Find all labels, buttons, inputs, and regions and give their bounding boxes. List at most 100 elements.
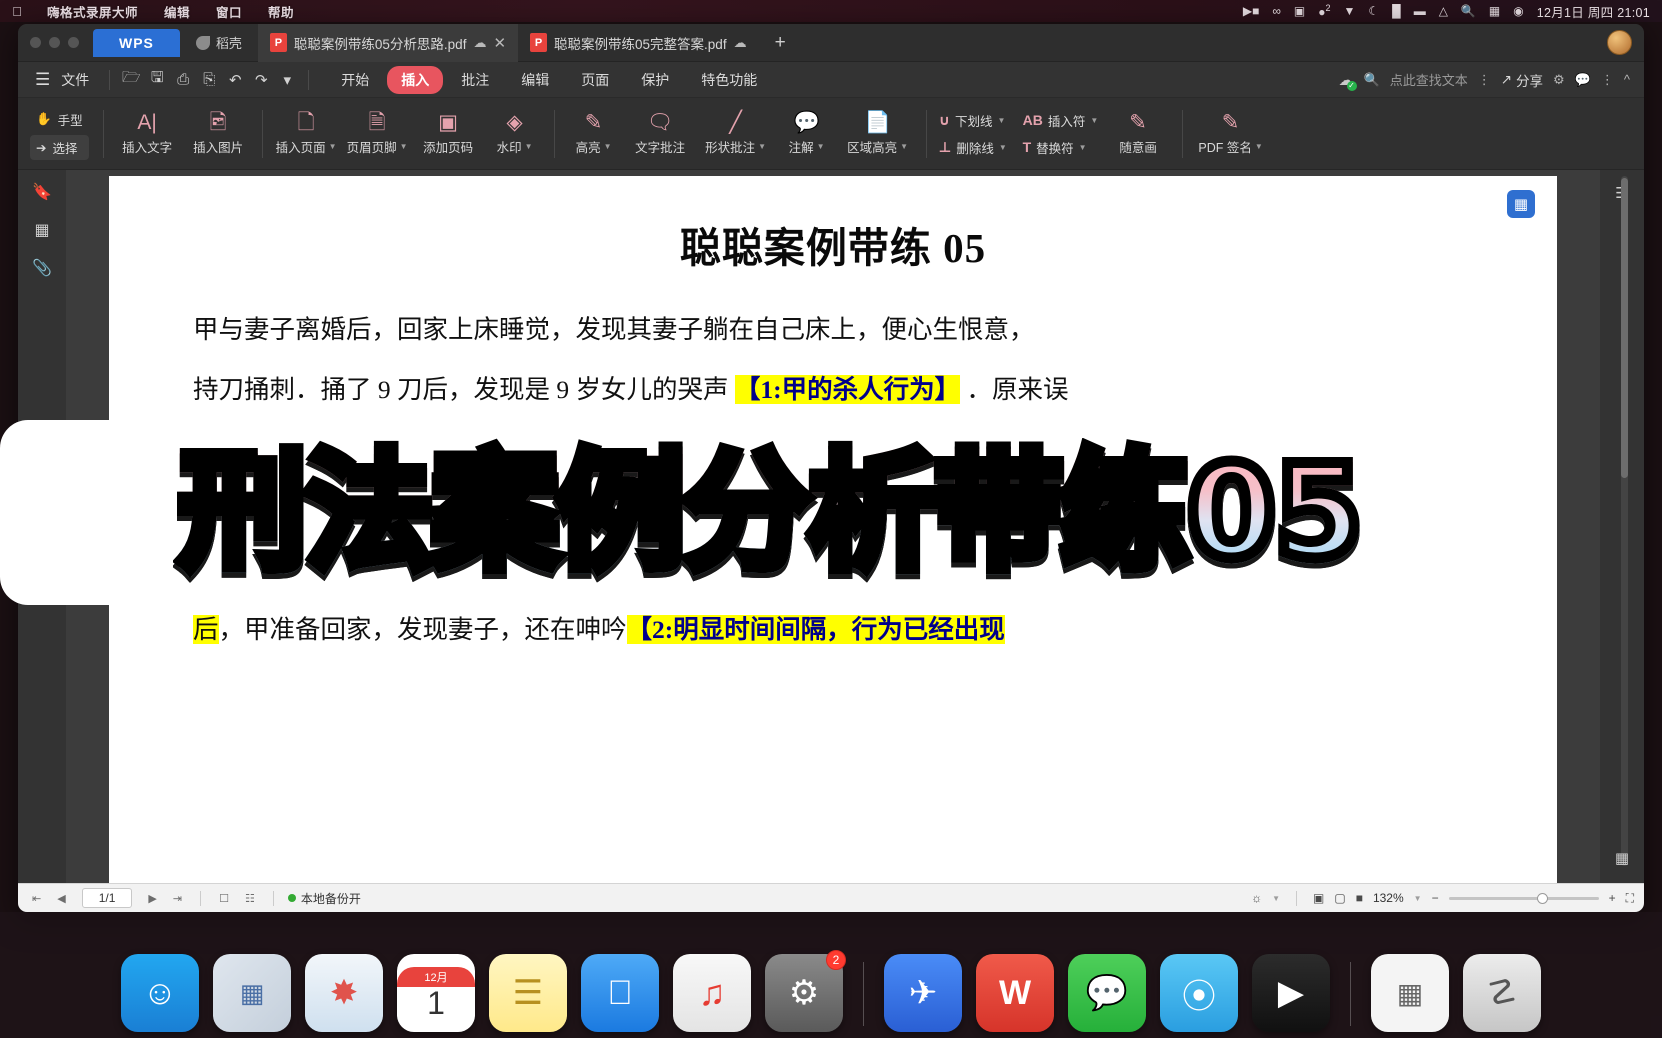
zoom-in-button[interactable]: + <box>1609 891 1616 905</box>
ribbon-tab-features[interactable]: 特色功能 <box>687 66 771 94</box>
share-button[interactable]: ↗ 分享 <box>1501 70 1543 90</box>
page-number-button[interactable]: ▣ 添加页码 <box>413 98 484 169</box>
zoom-level[interactable]: 132% <box>1373 891 1404 905</box>
kebab-icon[interactable]: ⋮ <box>1601 72 1614 88</box>
ribbon-tab-start[interactable]: 开始 <box>327 66 383 94</box>
open-icon[interactable]: 🗁 <box>118 67 144 92</box>
first-page-icon[interactable]: ⇤ <box>28 892 45 905</box>
insert-page-button[interactable]: 🗋 插入页面 ▼ <box>271 98 342 169</box>
file-menu-button[interactable]: 文件 <box>57 70 101 90</box>
dock-item-netease-music[interactable]: ♫ <box>673 954 751 1032</box>
chevron-down-icon[interactable]: ▼ <box>1079 143 1087 152</box>
reading-mode-icon[interactable]: ■ <box>1356 891 1363 905</box>
print-icon[interactable]: ⎙ <box>170 71 196 88</box>
document-tab-2[interactable]: P 聪聪案例带练05完整答案.pdf ☁ <box>518 24 759 62</box>
single-page-icon[interactable]: ☐ <box>215 892 233 905</box>
shape-comment-button[interactable]: ╱ 形状批注 ▼ <box>696 98 776 169</box>
cloud-icon[interactable]: ☁ <box>734 35 747 51</box>
chevron-down-icon[interactable]: ▼ <box>1414 894 1422 903</box>
grid-icon[interactable]: ▦ <box>1615 849 1629 867</box>
zoom-window-button[interactable] <box>68 37 79 48</box>
daoke-button[interactable]: 稻壳 <box>180 33 258 52</box>
pdf-sign-button[interactable]: ✎ PDF 签名 ▼ <box>1191 98 1271 169</box>
thumbnail-icon[interactable]: ▦ <box>34 220 49 240</box>
dock-item-launchpad[interactable]: ▦ <box>213 954 291 1032</box>
more-quick-icon[interactable]: ▾ <box>274 71 300 89</box>
scrollbar-thumb[interactable] <box>1621 178 1628 478</box>
highlight-button[interactable]: ✎ 高亮 ▼ <box>563 98 625 169</box>
undo-icon[interactable]: ↶ <box>222 71 248 89</box>
cloud-synced-icon[interactable]: ☁ <box>1339 71 1357 91</box>
header-footer-button[interactable]: 🗎 页眉页脚 ▼ <box>342 98 413 169</box>
insert-text-button[interactable]: A| 插入文字 <box>112 98 183 169</box>
chevron-down-icon[interactable]: ▼ <box>817 142 825 151</box>
ribbon-tab-protect[interactable]: 保护 <box>627 66 683 94</box>
dock-item-calendar[interactable]: 12月 1 <box>397 954 475 1032</box>
collapse-ribbon-icon[interactable]: ^ <box>1624 72 1630 87</box>
chevron-down-icon[interactable]: ▼ <box>1090 116 1098 125</box>
select-tool-button[interactable]: ➔ 选择 <box>30 135 89 160</box>
chevron-down-icon[interactable]: ▼ <box>900 142 908 151</box>
replace-caret-button[interactable]: T 替换符 ▼ <box>1023 138 1099 157</box>
chevron-down-icon[interactable]: ▼ <box>1272 894 1280 903</box>
apple-menu-icon[interactable]:  <box>0 4 34 19</box>
zoom-out-button[interactable]: − <box>1432 891 1439 905</box>
insert-image-button[interactable]: 🖻 插入图片 <box>183 98 254 169</box>
feedback-icon[interactable]: 💬 <box>1575 72 1591 88</box>
free-draw-button[interactable]: ✎ 随意画 <box>1103 98 1174 169</box>
more-vertical-icon[interactable]: ⋮ <box>1478 72 1491 88</box>
wps-home-button[interactable]: WPS <box>93 28 180 57</box>
wps-icon[interactable]: ▣ <box>1294 5 1305 17</box>
chevron-down-icon[interactable]: ▼ <box>1255 142 1263 151</box>
ribbon-tab-insert[interactable]: 插入 <box>387 65 444 94</box>
fullscreen-icon[interactable]: ⛶ <box>1626 891 1634 906</box>
next-page-icon[interactable]: ▶ <box>144 892 160 905</box>
dock-item-trash[interactable]: ☡ <box>1463 954 1541 1032</box>
ribbon-tab-comment[interactable]: 批注 <box>447 66 503 94</box>
backup-status[interactable]: 本地备份开 <box>287 890 361 907</box>
fit-width-icon[interactable]: ▢ <box>1334 891 1345 905</box>
dock-item-app-store[interactable]:  <box>581 954 659 1032</box>
strikethrough-button[interactable]: ⊥ 删除线 ▼ <box>939 138 1015 157</box>
menu-item-help[interactable]: 帮助 <box>255 2 307 21</box>
close-tab-icon[interactable]: ✕ <box>493 34 506 52</box>
chevron-down-icon[interactable]: ▼ <box>604 142 612 151</box>
page-indicator[interactable]: 1/1 <box>81 888 133 908</box>
dock-item-wps-office[interactable]: W <box>976 954 1054 1032</box>
search-icon[interactable]: 🔍 <box>1461 5 1476 17</box>
v-icon[interactable]: ▼ <box>1344 5 1356 17</box>
user-avatar[interactable] <box>1607 30 1632 55</box>
dock-item-notes[interactable]: ☰ <box>489 954 567 1032</box>
area-highlight-button[interactable]: 📄 区域高亮 ▼ <box>838 98 918 169</box>
siri-icon[interactable]: ◉ <box>1513 5 1523 17</box>
dock-item-finder[interactable]: ☺ <box>121 954 199 1032</box>
settings-icon[interactable]: ⚙ <box>1553 72 1565 88</box>
new-tab-button[interactable]: + <box>759 32 802 54</box>
save-icon[interactable]: 🖫 <box>144 67 170 92</box>
search-icon[interactable]: 🔍 <box>1364 72 1380 88</box>
minimize-window-button[interactable] <box>49 37 60 48</box>
bookmark-icon[interactable]: 🔖 <box>32 182 52 202</box>
last-page-icon[interactable]: ⇥ <box>169 892 186 905</box>
dock-item-feishu[interactable]: ✈ <box>884 954 962 1032</box>
control-center-icon[interactable]: ▦ <box>1489 5 1500 17</box>
brightness-icon[interactable]: ☼ <box>1251 891 1262 905</box>
hand-tool-button[interactable]: ✋ 手型 <box>30 107 89 132</box>
dock-item-screen-recorder[interactable]: ▶ <box>1252 954 1330 1032</box>
redo-icon[interactable]: ↷ <box>248 71 274 89</box>
wifi-icon[interactable]: △ <box>1439 5 1448 17</box>
continuous-page-icon[interactable]: ☷ <box>241 892 259 905</box>
chevron-down-icon[interactable]: ▼ <box>999 143 1007 152</box>
close-window-button[interactable] <box>30 37 41 48</box>
menu-item-edit[interactable]: 编辑 <box>151 2 203 21</box>
chevron-down-icon[interactable]: ▼ <box>997 116 1005 125</box>
zoom-slider[interactable] <box>1448 892 1599 904</box>
screen-record-icon[interactable]: ▶■ <box>1243 5 1259 17</box>
menu-item-window[interactable]: 窗口 <box>203 2 255 21</box>
text-comment-button[interactable]: 🗨 文字批注 <box>625 98 696 169</box>
chevron-down-icon[interactable]: ▼ <box>400 142 408 151</box>
qq-icon[interactable]: ●2 <box>1318 4 1330 19</box>
insert-caret-button[interactable]: AB 插入符 ▼ <box>1023 111 1099 130</box>
cloud-icon[interactable]: ☁ <box>473 35 486 51</box>
menu-bar-clock[interactable]: 12月1日 周四 21:01 <box>1537 2 1650 21</box>
